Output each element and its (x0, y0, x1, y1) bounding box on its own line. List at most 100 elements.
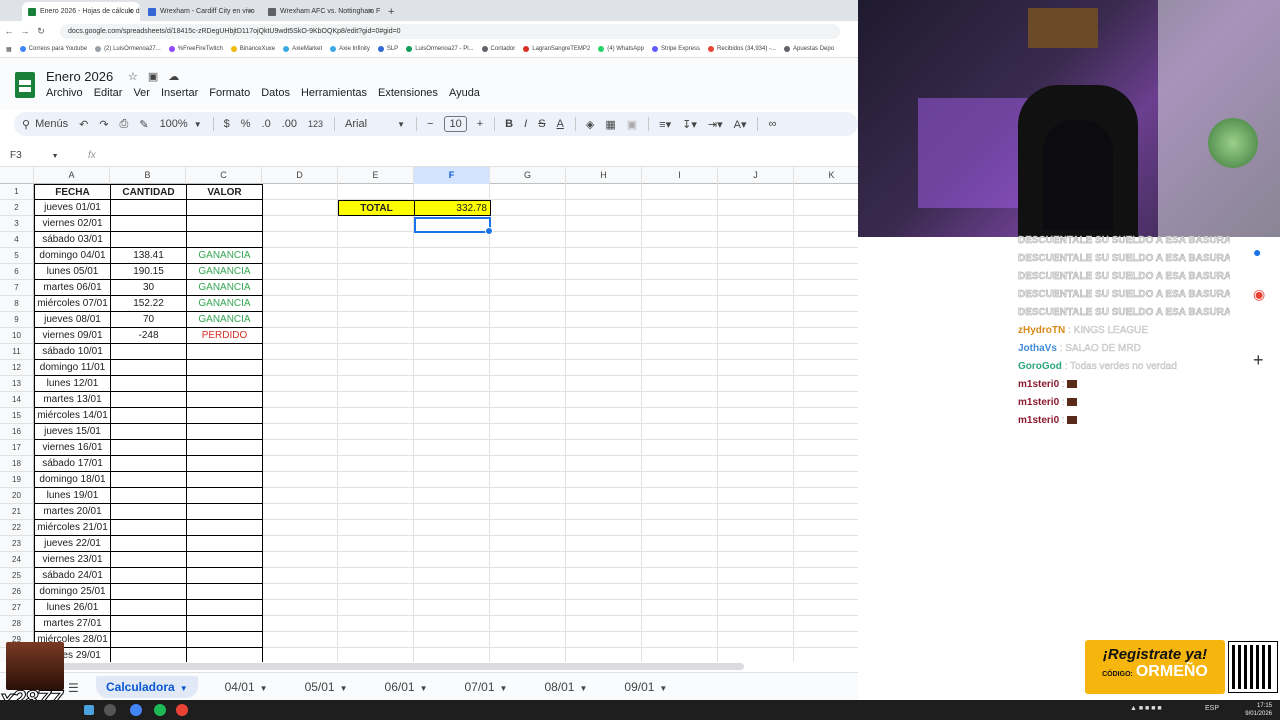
cantidad-cell[interactable] (110, 440, 187, 456)
valor-cell[interactable]: GANANCIA (186, 280, 263, 296)
grid-cell[interactable] (566, 440, 642, 456)
grid-cell[interactable] (262, 200, 338, 216)
row-header[interactable]: 27 (0, 600, 34, 616)
percent-format-button[interactable]: % (241, 118, 251, 130)
fecha-cell[interactable]: viernes 16/01 (34, 440, 111, 456)
grid-cell[interactable] (414, 232, 490, 248)
fecha-cell[interactable]: domingo 04/01 (34, 248, 111, 264)
grid-cell[interactable] (794, 616, 858, 632)
close-icon[interactable]: ✕ (367, 7, 374, 16)
bold-icon[interactable]: B (505, 118, 513, 130)
bookmark-item[interactable]: SLP (377, 46, 398, 52)
row-header[interactable]: 7 (0, 280, 34, 296)
grid-cell[interactable] (490, 584, 566, 600)
merge-cells-icon[interactable]: ▣ (627, 118, 637, 131)
valor-cell[interactable] (186, 568, 263, 584)
grid-cell[interactable] (262, 376, 338, 392)
grid-cell[interactable] (414, 408, 490, 424)
bookmark-item[interactable]: Apuestas Depo (784, 46, 834, 52)
sheet-tab[interactable]: Calculadora ▼ (96, 675, 198, 698)
cantidad-cell[interactable] (110, 232, 187, 248)
grid-cell[interactable] (490, 456, 566, 472)
clock[interactable]: 17:15 9/01/2026 (1245, 702, 1272, 718)
grid-cell[interactable] (414, 552, 490, 568)
row-header[interactable]: 26 (0, 584, 34, 600)
grid-cell[interactable] (338, 584, 414, 600)
menu-item[interactable]: Formato (209, 87, 250, 99)
grid-cell[interactable] (490, 232, 566, 248)
grid-cell[interactable] (338, 296, 414, 312)
apps-icon[interactable]: ▦ (6, 46, 12, 53)
grid-cell[interactable] (794, 584, 858, 600)
sheet-tab[interactable]: 05/01 ▼ (295, 676, 358, 698)
row-header[interactable]: 23 (0, 536, 34, 552)
column-header[interactable]: H (566, 167, 642, 184)
grid-cell[interactable] (338, 488, 414, 504)
grid-cell[interactable] (718, 584, 794, 600)
grid-cell[interactable] (414, 280, 490, 296)
grid-cell[interactable] (338, 392, 414, 408)
grid-cell[interactable] (566, 344, 642, 360)
row-header[interactable]: 18 (0, 456, 34, 472)
grid-cell[interactable] (262, 504, 338, 520)
language-indicator[interactable]: ESP (1205, 705, 1219, 712)
cantidad-cell[interactable] (110, 632, 187, 648)
font-select[interactable]: Arial ▼ (345, 118, 405, 130)
grid-cell[interactable] (718, 424, 794, 440)
redo-icon[interactable]: ↷ (99, 118, 108, 131)
grid-cell[interactable] (718, 264, 794, 280)
cantidad-cell[interactable] (110, 648, 187, 662)
text-rotation-icon[interactable]: A▾ (734, 118, 747, 131)
grid-cell[interactable] (338, 312, 414, 328)
grid-cell[interactable] (490, 488, 566, 504)
row-header[interactable]: 24 (0, 552, 34, 568)
fecha-cell[interactable]: sábado 17/01 (34, 456, 111, 472)
text-wrap-icon[interactable]: ⇥▾ (708, 118, 723, 131)
grid-cell[interactable] (642, 488, 718, 504)
browser-tab[interactable]: Wrexham AFC vs. Nottingham F ✕ (262, 2, 380, 21)
fecha-cell[interactable]: viernes 09/01 (34, 328, 111, 344)
grid-cell[interactable] (642, 216, 718, 232)
row-header[interactable]: 15 (0, 408, 34, 424)
grid-cell[interactable] (566, 584, 642, 600)
valor-cell[interactable] (186, 472, 263, 488)
grid-cell[interactable] (338, 472, 414, 488)
grid-cell[interactable] (794, 248, 858, 264)
grid-cell[interactable] (414, 584, 490, 600)
browser-tab[interactable]: Enero 2026 - Hojas de cálculo de G ✕ (22, 2, 140, 21)
grid-cell[interactable] (566, 200, 642, 216)
row-header[interactable]: 17 (0, 440, 34, 456)
grid-cell[interactable] (338, 280, 414, 296)
grid-cell[interactable] (414, 264, 490, 280)
fill-color-icon[interactable]: ◈ (586, 118, 594, 131)
grid-cell[interactable] (566, 648, 642, 662)
fecha-cell[interactable]: martes 06/01 (34, 280, 111, 296)
grid-cell[interactable] (718, 520, 794, 536)
grid-cell[interactable] (642, 520, 718, 536)
row-header[interactable]: 20 (0, 488, 34, 504)
grid-cell[interactable] (414, 536, 490, 552)
grid-cell[interactable] (794, 232, 858, 248)
cantidad-cell[interactable] (110, 488, 187, 504)
grid-cell[interactable] (794, 184, 858, 200)
valor-cell[interactable] (186, 536, 263, 552)
grid-cell[interactable] (642, 296, 718, 312)
column-header[interactable]: F (414, 167, 490, 184)
grid-cell[interactable] (642, 472, 718, 488)
menu-item[interactable]: Archivo (46, 87, 83, 99)
grid-cell[interactable] (490, 536, 566, 552)
fecha-cell[interactable]: martes 20/01 (34, 504, 111, 520)
grid-cell[interactable] (566, 520, 642, 536)
grid-cell[interactable] (642, 552, 718, 568)
grid-cell[interactable] (262, 536, 338, 552)
grid-cell[interactable] (718, 456, 794, 472)
back-icon[interactable]: ← (2, 26, 16, 36)
grid-cell[interactable] (718, 504, 794, 520)
cantidad-cell[interactable] (110, 616, 187, 632)
zoom-select[interactable]: 100% ▼ (160, 118, 202, 130)
add-addon-icon[interactable]: + (1253, 350, 1264, 371)
fecha-cell[interactable]: miércoles 14/01 (34, 408, 111, 424)
grid-cell[interactable] (718, 568, 794, 584)
valor-cell[interactable] (186, 600, 263, 616)
fecha-cell[interactable]: miércoles 07/01 (34, 296, 111, 312)
